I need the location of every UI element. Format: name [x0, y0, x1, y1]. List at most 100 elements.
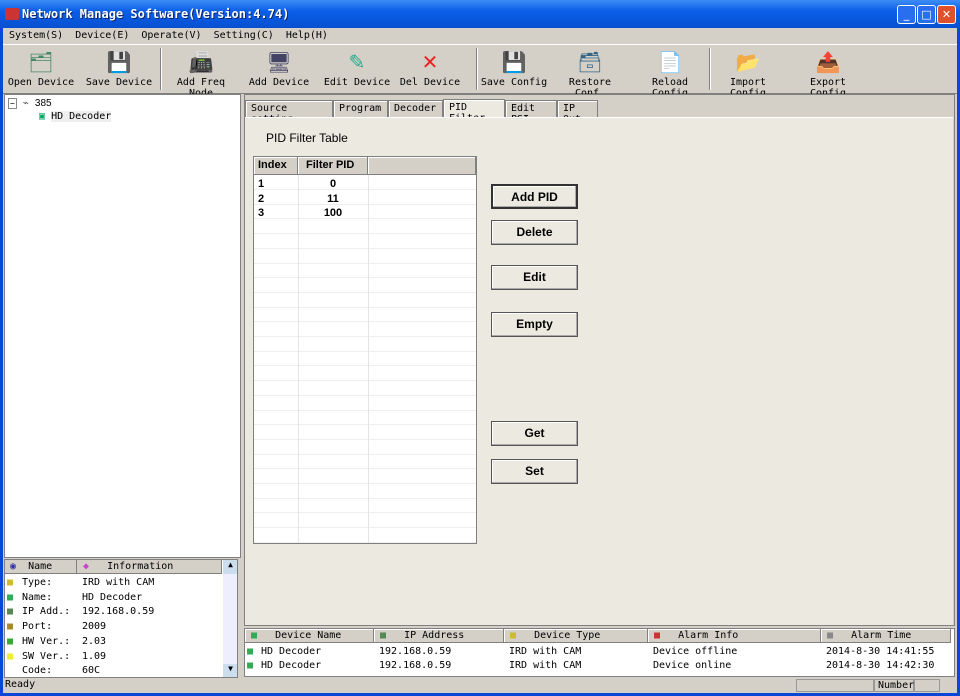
toolbar-separator [160, 48, 162, 90]
save-config-icon: 💾 [501, 50, 527, 74]
toolbar-label: Save Device [85, 77, 153, 88]
toolbar-save-device-button[interactable]: 💾 Save Device [83, 46, 155, 92]
toolbar-import-config-button[interactable]: 📂Import Config [711, 46, 785, 99]
device-icon: ■ [247, 646, 254, 657]
get-button[interactable]: Get [491, 421, 578, 446]
import-config-icon: 📂 [735, 50, 761, 74]
close-button[interactable]: ✕ [937, 5, 956, 24]
toolbar-edit-device-button[interactable]: ✎ Edit Device [321, 46, 393, 92]
header-label: Device Name [275, 630, 342, 641]
menu-system[interactable]: System(S) [3, 28, 69, 43]
info-value: 192.168.0.59 [82, 606, 155, 618]
toolbar: 🗂 Open Device 💾 Save Device 📠Add Freq Node 🖥 A… [3, 46, 957, 99]
toolbar-save-config-button[interactable]: 💾 Save Config [480, 46, 548, 92]
device-info-panel: ◉ Name ◆ Information ■ Type: IRD with CAM ■… [4, 559, 238, 678]
grid-line [254, 233, 476, 235]
pid-index: 1 [258, 178, 265, 190]
pid-row[interactable]: 2 11 [254, 192, 476, 206]
alarm-header-device-name[interactable]: ■ Device Name [245, 629, 374, 643]
col-header-index[interactable]: Index [254, 157, 298, 175]
tab-decoder[interactable]: Decoder [388, 100, 443, 117]
toolbar-reload-config-button[interactable]: 📄Reload Config [631, 46, 709, 99]
decoder-icon: ▣ [39, 111, 46, 122]
menu-help[interactable]: Help(H) [280, 28, 334, 43]
edit-device-icon: ✎ [348, 50, 366, 74]
scroll-down-arrow[interactable]: ▼ [223, 664, 237, 677]
alarm-header-ip-address[interactable]: ■ IP Address [374, 629, 504, 643]
info-scrollbar[interactable]: ▲ ▼ [223, 560, 237, 677]
window-title: Network Manage Software(Version:4.74) [22, 7, 290, 21]
collapse-icon[interactable]: − [8, 98, 17, 109]
info-row-icon: ■ [7, 650, 14, 662]
alarm-row[interactable]: ■ HD Decoder 192.168.0.59 IRD with CAM Devic… [245, 659, 954, 673]
pid-index: 3 [258, 207, 265, 220]
info-row-icon: ■ [7, 591, 14, 603]
grid-line [254, 453, 476, 455]
pid-row[interactable]: 3 100 [254, 206, 476, 220]
tab-pid-filter[interactable]: PID Filter [443, 99, 505, 124]
tree-node-hd-decoder[interactable]: ▣ HD Decoder [39, 110, 112, 124]
tab-source-setting[interactable]: Source setting [245, 100, 333, 125]
menu-bar: System(S) Device(E) Operate(V) Setting(C) He… [3, 28, 957, 45]
alarm-header-device-type[interactable]: ■ Device Type [504, 629, 648, 643]
pid-row[interactable]: 10 [254, 177, 476, 191]
grid-line [254, 424, 476, 426]
alarm-header-alarm-time[interactable]: ■ Alarm Time [821, 629, 951, 643]
status-text: Ready [5, 679, 36, 690]
maximize-button[interactable]: □ [917, 5, 936, 24]
column-icon: ■ [827, 630, 840, 641]
toolbar-restore-conf-button[interactable]: 🗃Restore Conf. [553, 46, 627, 99]
alarm-cell: HD Decoder [261, 646, 322, 657]
device-tree[interactable]: − ⌁ 385 ▣ HD Decoder [4, 94, 241, 558]
scroll-up-arrow[interactable]: ▲ [223, 560, 237, 574]
edit-button[interactable]: Edit [491, 265, 578, 290]
alarm-cell: 2014-8-30 14:41:55 [826, 646, 935, 657]
delete-button[interactable]: Delete [491, 220, 578, 245]
menu-operate[interactable]: Operate(V) [135, 28, 207, 43]
grid-line [254, 527, 476, 529]
header-label: Device Type [534, 630, 601, 641]
alarm-cell: IRD with CAM [509, 646, 582, 657]
empty-button[interactable]: Empty [491, 312, 578, 337]
toolbar-open-device-button[interactable]: 🗂 Open Device [5, 46, 77, 92]
open-device-icon: 🗂 [28, 50, 54, 74]
info-value: 1.09 [82, 650, 107, 662]
title-bar: Network Manage Software(Version:4.74) [0, 0, 960, 28]
info-value: 2009 [82, 621, 107, 633]
alarm-list[interactable]: ■ Device Name ■ IP Address ■ Device Type ■ … [244, 628, 955, 677]
grid-line [254, 262, 476, 264]
col-header-filter-pid[interactable]: Filter PID [298, 157, 368, 175]
header-label: Alarm Info [678, 630, 739, 641]
tab-program[interactable]: Program [333, 100, 388, 117]
toolbar-add-device-button[interactable]: 🖥 Add Device [245, 46, 313, 92]
minimize-button[interactable]: _ [897, 5, 916, 24]
name-icon: ◉ [10, 561, 17, 572]
alarm-cell: 2014-8-30 14:42:30 [826, 660, 935, 671]
grid-line [254, 306, 476, 308]
add-pid-button[interactable]: Add PID [491, 184, 578, 209]
grid-line [254, 380, 476, 382]
menu-device[interactable]: Device(E) [69, 28, 135, 43]
reload-config-icon: 📄 [657, 50, 683, 74]
info-name: SW Ver.: [22, 650, 71, 662]
info-header-name[interactable]: ◉ Name [5, 560, 77, 574]
set-button[interactable]: Set [491, 459, 578, 484]
tab-edit-psi[interactable]: Edit PSI [505, 100, 557, 125]
pid-value: 100 [323, 207, 343, 220]
toolbar-del-device-button[interactable]: ✕ Del Device [398, 46, 462, 92]
pid-filter-table[interactable]: Index Filter PID 1 0 2 11 3 100 [253, 156, 477, 544]
info-value: 60C [82, 665, 101, 677]
info-header-information[interactable]: ◆ Information [77, 560, 222, 574]
tab-ip-out[interactable]: IP Out [557, 100, 598, 125]
tree-node-root[interactable]: − ⌁ 385 [8, 97, 52, 111]
column-icon: ■ [510, 630, 523, 641]
menu-setting[interactable]: Setting(C) [208, 28, 280, 43]
info-value: HD Decoder [82, 591, 143, 603]
toolbar-export-config-button[interactable]: 📤Export Config [789, 46, 867, 99]
column-icon: ■ [654, 630, 667, 641]
alarm-row[interactable]: ■ HD Decoder 192.168.0.59 IRD with CAM Devic… [245, 645, 954, 659]
alarm-cell: 192.168.0.59 [379, 646, 452, 657]
toolbar-add-freq-node-button[interactable]: 📠Add Freq Node [163, 46, 239, 99]
alarm-cell: 192.168.0.59 [379, 660, 452, 671]
alarm-header-alarm-info[interactable]: ■ Alarm Info [648, 629, 821, 643]
